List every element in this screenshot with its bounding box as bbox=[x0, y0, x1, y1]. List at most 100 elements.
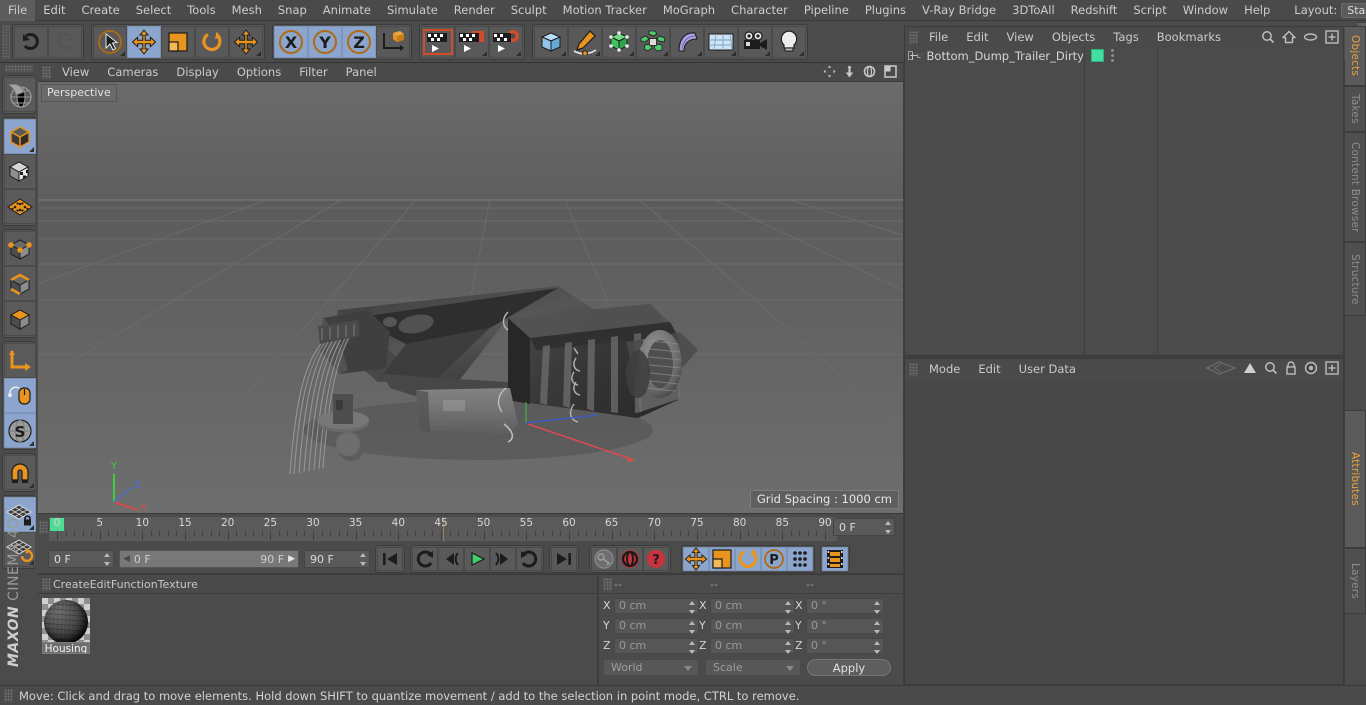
current-frame-field-right[interactable]: 0 F bbox=[833, 518, 895, 536]
rotate-circle-icon[interactable] bbox=[736, 547, 760, 571]
spinner-icon[interactable] bbox=[784, 600, 791, 614]
y-axis-lock-button[interactable]: Y bbox=[308, 25, 342, 58]
menu-tools[interactable]: Tools bbox=[179, 0, 223, 21]
attributes-menu-edit[interactable]: Edit bbox=[969, 359, 1009, 379]
search-icon[interactable] bbox=[1261, 30, 1275, 44]
add-array-button[interactable] bbox=[636, 25, 670, 58]
loop-back-icon[interactable] bbox=[415, 549, 435, 569]
vtab-layers[interactable]: Layers bbox=[1345, 548, 1366, 614]
bend-deformer-icon[interactable] bbox=[674, 29, 700, 55]
size-z-field[interactable]: 0 cm bbox=[710, 637, 795, 654]
green-cube-icon[interactable] bbox=[606, 29, 632, 55]
add-light-button[interactable] bbox=[772, 25, 806, 58]
spinner-icon[interactable] bbox=[884, 521, 891, 534]
attributes-grip[interactable] bbox=[909, 362, 918, 376]
spinner-icon[interactable] bbox=[103, 553, 110, 566]
next-frame-button[interactable] bbox=[490, 547, 516, 571]
live-selection-button[interactable] bbox=[93, 25, 127, 58]
soft-selection-button[interactable]: S bbox=[4, 413, 36, 448]
object-menu-bookmarks[interactable]: Bookmarks bbox=[1148, 27, 1230, 47]
mouse-icon[interactable] bbox=[7, 383, 33, 409]
vtab-objects[interactable]: Objects bbox=[1345, 26, 1366, 86]
material-menu-texture[interactable]: Texture bbox=[158, 578, 198, 591]
scale-key-button[interactable] bbox=[709, 547, 735, 571]
render-settings-icon[interactable] bbox=[491, 29, 521, 55]
size-y-field[interactable]: 0 cm bbox=[710, 617, 795, 634]
spinner-icon[interactable] bbox=[688, 600, 695, 614]
render-region-button[interactable] bbox=[455, 25, 489, 58]
uv-grid-icon[interactable] bbox=[6, 196, 34, 218]
search-icon[interactable] bbox=[1264, 361, 1278, 375]
loop-forward-icon[interactable] bbox=[519, 549, 539, 569]
red-question-icon[interactable]: ? bbox=[645, 548, 667, 570]
object-menu-edit[interactable]: Edit bbox=[957, 27, 997, 47]
position-key-button[interactable] bbox=[683, 547, 709, 571]
vtab-content-browser[interactable]: Content Browser bbox=[1345, 132, 1366, 242]
apply-button[interactable]: Apply bbox=[807, 659, 891, 676]
array-icon[interactable] bbox=[640, 29, 666, 55]
key-icon[interactable] bbox=[593, 548, 615, 570]
add-spline-button[interactable] bbox=[568, 25, 602, 58]
attributes-menu-mode[interactable]: Mode bbox=[920, 359, 969, 379]
light-bulb-icon[interactable] bbox=[777, 29, 801, 55]
viewport-menu-options[interactable]: Options bbox=[228, 63, 290, 82]
menu-3dtoall[interactable]: 3DToAll bbox=[1004, 0, 1063, 21]
points-mode-button[interactable] bbox=[4, 231, 36, 266]
target-icon[interactable] bbox=[1304, 361, 1318, 375]
scale-box-icon[interactable] bbox=[166, 30, 190, 54]
undo-button[interactable] bbox=[14, 25, 48, 58]
timeline-grip[interactable] bbox=[39, 521, 48, 534]
x-axis-lock-button[interactable]: X bbox=[274, 25, 308, 58]
p-circle-icon[interactable]: P bbox=[763, 548, 785, 570]
parameter-key-button[interactable]: P bbox=[761, 547, 787, 571]
redo-arrow-icon[interactable] bbox=[54, 32, 76, 52]
range-left-arrow-icon[interactable]: ◀ bbox=[123, 554, 130, 564]
ellipse-icon[interactable] bbox=[1303, 32, 1318, 42]
timeline-range-slider[interactable]: ◀ 0 F 90 F ▶ bbox=[119, 550, 299, 568]
add-cube-button[interactable] bbox=[534, 25, 568, 58]
z-axis-lock-button[interactable]: Z bbox=[342, 25, 376, 58]
floor-grid-icon[interactable] bbox=[707, 29, 735, 55]
menu-v-ray-bridge[interactable]: V-Ray Bridge bbox=[914, 0, 1004, 21]
object-menu-view[interactable]: View bbox=[998, 27, 1043, 47]
polygons-mode-button[interactable] bbox=[4, 301, 36, 336]
material-list[interactable]: Housing bbox=[38, 594, 597, 686]
render-view-button[interactable] bbox=[421, 25, 455, 58]
menu-script[interactable]: Script bbox=[1125, 0, 1174, 21]
spinner-icon[interactable] bbox=[784, 620, 791, 634]
model-mode-button[interactable] bbox=[4, 119, 36, 154]
record-active-objects-button[interactable] bbox=[591, 547, 617, 571]
x-axis-icon[interactable]: X bbox=[278, 29, 304, 55]
timeline-strip-button[interactable] bbox=[822, 547, 848, 571]
attributes-body[interactable] bbox=[905, 379, 1343, 684]
spinner-icon[interactable] bbox=[873, 600, 880, 614]
spinner-icon[interactable] bbox=[784, 640, 791, 654]
menu-select[interactable]: Select bbox=[128, 0, 179, 21]
vtab-takes[interactable]: Takes bbox=[1345, 86, 1366, 132]
object-menu-objects[interactable]: Objects bbox=[1043, 27, 1104, 47]
expand-toggle-icon[interactable] bbox=[908, 51, 917, 60]
play-forward-loop-button[interactable] bbox=[516, 547, 542, 571]
rotate-tool-button[interactable] bbox=[195, 25, 229, 58]
axis-l-icon[interactable] bbox=[7, 348, 33, 374]
arrow-up-icon[interactable] bbox=[1243, 361, 1257, 375]
pan-icon[interactable] bbox=[823, 65, 836, 78]
make-editable-button[interactable] bbox=[4, 77, 36, 112]
maximize-view-icon[interactable] bbox=[884, 65, 897, 78]
menu-render[interactable]: Render bbox=[446, 0, 503, 21]
redo-button[interactable] bbox=[48, 25, 82, 58]
add-nurbs-button[interactable] bbox=[602, 25, 636, 58]
material-menu-create[interactable]: Create bbox=[53, 578, 90, 591]
size-x-field[interactable]: 0 cm bbox=[710, 597, 795, 614]
previous-frame-button[interactable] bbox=[438, 547, 464, 571]
plus-box-icon[interactable] bbox=[1325, 361, 1339, 375]
go-to-end-button[interactable] bbox=[551, 547, 577, 571]
coordinates-grip[interactable] bbox=[603, 577, 612, 591]
move-arrows-icon[interactable] bbox=[233, 28, 259, 55]
undo-arrow-icon[interactable] bbox=[20, 32, 42, 52]
add-deformer-button[interactable] bbox=[670, 25, 704, 58]
position-z-field[interactable]: 0 cm bbox=[614, 637, 699, 654]
viewport-menu-view[interactable]: View bbox=[53, 63, 98, 82]
y-axis-icon[interactable]: Y bbox=[312, 29, 338, 55]
menu-simulate[interactable]: Simulate bbox=[379, 0, 446, 21]
